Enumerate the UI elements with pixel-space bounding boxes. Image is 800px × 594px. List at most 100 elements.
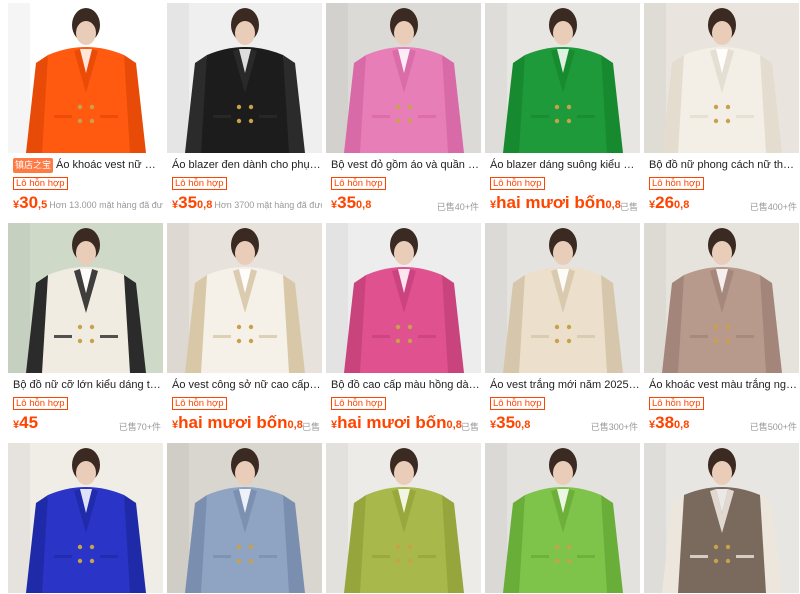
sold-count: 已售40+件 xyxy=(436,202,479,212)
product-card[interactable]: Bộ đồ nữ phong cách nữ thần ... Lô hỗn hợ… xyxy=(644,3,799,215)
product-title-text: Bộ đồ nữ cỡ lớn kiểu dáng thườ... xyxy=(13,379,163,391)
product-card[interactable]: Bộ đồ nữ cỡ lớn kiểu dáng thườ... Lô hỗn … xyxy=(8,223,163,435)
product-title-text: Áo blazer dáng suông kiểu Hàn ... xyxy=(490,159,640,171)
product-image[interactable] xyxy=(167,223,322,373)
sold-count: 已售 xyxy=(301,422,320,432)
price-main: 26 xyxy=(655,193,675,212)
product-title[interactable]: Bộ đồ cao cấp màu hồng dành ... xyxy=(326,378,481,393)
mixed-batch-tag: Lô hỗn hợp xyxy=(331,397,386,410)
product-card[interactable]: Bộ đồ cao cấp màu hồng dành ... Lô hỗn hợ… xyxy=(326,223,481,435)
mixed-batch-tag: Lô hỗn hợp xyxy=(490,177,545,190)
product-card[interactable]: Áo blazer dáng suông kiểu Hàn ... Lô hỗn … xyxy=(485,3,640,215)
product-card[interactable] xyxy=(167,443,322,593)
product-title[interactable]: Áo blazer dáng suông kiểu Hàn ... xyxy=(485,158,640,173)
product-title[interactable]: Áo vest trắng mới năm 2025 dà... xyxy=(485,378,640,393)
product-card[interactable] xyxy=(326,443,481,593)
price-main: 35 xyxy=(496,413,516,432)
product-image[interactable] xyxy=(644,3,799,153)
product-image[interactable] xyxy=(485,223,640,373)
product-image[interactable] xyxy=(326,223,481,373)
checkered-floor-photo xyxy=(8,223,163,373)
lime-blazer-photo xyxy=(485,443,640,593)
sold-count: 已售70+件 xyxy=(118,422,161,432)
product-image[interactable] xyxy=(326,443,481,593)
cream-suit-photo xyxy=(644,3,799,153)
product-title[interactable]: Bộ đồ nữ phong cách nữ thần ... xyxy=(644,158,799,173)
price-decimal: 0,8 xyxy=(674,419,690,431)
product-image[interactable] xyxy=(8,3,163,153)
price-decimal: 0,8 xyxy=(287,419,303,431)
price-line: ¥260,8 已售400+件 xyxy=(644,193,799,215)
sold-count: 已售400+件 xyxy=(749,202,797,212)
price-decimal: 0,8 xyxy=(515,419,531,431)
price-decimal: 0,8 xyxy=(674,199,690,211)
price-line: ¥hai mươi bốn0,8 已售 xyxy=(485,193,640,215)
product-card[interactable]: Áo khoác vest màu trắng ngà th... Lô hỗn … xyxy=(644,223,799,435)
price-decimal: 0,8 xyxy=(446,419,462,431)
product-title[interactable]: Bộ đồ nữ cỡ lớn kiểu dáng thườ... xyxy=(8,378,163,393)
product-card[interactable]: Áo vest trắng mới năm 2025 dà... Lô hỗn h… xyxy=(485,223,640,435)
mixed-batch-tag: Lô hỗn hợp xyxy=(649,177,704,190)
product-title-text: Áo khoác vest nữ màu ... xyxy=(56,159,163,171)
price-line: ¥hai mươi bốn0,8 已售 xyxy=(167,413,322,435)
product-image[interactable] xyxy=(644,223,799,373)
price-main: 35 xyxy=(178,193,198,212)
product-card[interactable]: Bộ vest đỏ gồm áo và quần tây,... Lô hỗn … xyxy=(326,3,481,215)
price-line: ¥350,8 已售300+件 xyxy=(485,413,640,435)
price-main: hai mươi bốn xyxy=(337,413,447,432)
light-blue-suit-photo xyxy=(167,443,322,593)
product-title[interactable]: Bộ vest đỏ gồm áo và quần tây,... xyxy=(326,158,481,173)
mixed-batch-tag: Lô hỗn hợp xyxy=(172,177,227,190)
product-image[interactable] xyxy=(167,443,322,593)
sold-count: Hơn 13.000 mặt hàng đã được xyxy=(49,200,163,210)
product-title-text: Áo khoác vest màu trắng ngà th... xyxy=(649,379,799,391)
mixed-batch-tag: Lô hỗn hợp xyxy=(13,177,68,190)
green-suit-photo xyxy=(485,3,640,153)
product-title[interactable]: Áo vest công sở nữ cao cấp, thi... xyxy=(167,378,322,393)
product-card[interactable] xyxy=(644,443,799,593)
shop-badge: 镇店之宝 xyxy=(13,158,54,173)
mixed-batch-tag: Lô hỗn hợp xyxy=(172,397,227,410)
blue-suit-photo xyxy=(8,443,163,593)
white-suit-flatlay-photo xyxy=(167,223,322,373)
product-image[interactable] xyxy=(167,3,322,153)
taupe-blazer-photo xyxy=(644,223,799,373)
mixed-batch-tag: Lô hỗn hợp xyxy=(331,177,386,190)
price-line: ¥30,5 Hơn 13.000 mặt hàng đã được xyxy=(8,193,163,215)
price-main: 30 xyxy=(19,193,39,212)
product-card[interactable]: Áo blazer đen dành cho phụ nữ... Lô hỗn h… xyxy=(167,3,322,215)
sold-count: 已售300+件 xyxy=(590,422,638,432)
price-main: 38 xyxy=(655,413,675,432)
product-title-text: Áo blazer đen dành cho phụ nữ... xyxy=(172,159,322,171)
product-title-text: Bộ đồ nữ phong cách nữ thần ... xyxy=(649,159,799,171)
sold-count: Hơn 3700 mặt hàng đã được b xyxy=(214,200,322,210)
product-image[interactable] xyxy=(326,3,481,153)
mixed-batch-tag: Lô hỗn hợp xyxy=(490,397,545,410)
price-decimal: 0,8 xyxy=(197,199,213,211)
product-card[interactable] xyxy=(485,443,640,593)
price-main: 35 xyxy=(337,193,357,212)
price-line: ¥45 已售70+件 xyxy=(8,413,163,435)
product-image[interactable] xyxy=(485,3,640,153)
price-line: ¥350,8 已售40+件 xyxy=(326,193,481,215)
price-decimal: ,5 xyxy=(38,199,48,211)
product-title-text: Áo vest công sở nữ cao cấp, thi... xyxy=(172,379,322,391)
product-title[interactable]: Áo khoác vest màu trắng ngà th... xyxy=(644,378,799,393)
product-card[interactable]: 镇店之宝Áo khoác vest nữ màu ... Lô hỗn hợp ¥3… xyxy=(8,3,163,215)
product-title-text: Bộ đồ cao cấp màu hồng dành ... xyxy=(331,379,481,391)
product-title[interactable]: 镇店之宝Áo khoác vest nữ màu ... xyxy=(8,158,163,173)
sold-count: 已售500+件 xyxy=(749,422,797,432)
product-title-text: Bộ vest đỏ gồm áo và quần tây,... xyxy=(331,159,481,171)
product-title[interactable]: Áo blazer đen dành cho phụ nữ... xyxy=(167,158,322,173)
product-card[interactable]: Áo vest công sở nữ cao cấp, thi... Lô hỗn… xyxy=(167,223,322,435)
product-card[interactable] xyxy=(8,443,163,593)
product-grid: 镇店之宝Áo khoác vest nữ màu ... Lô hỗn hợp ¥3… xyxy=(0,0,800,594)
product-image[interactable] xyxy=(644,443,799,593)
mixed-batch-tag: Lô hỗn hợp xyxy=(13,397,68,410)
product-image[interactable] xyxy=(8,443,163,593)
price-main: hai mươi bốn xyxy=(178,413,288,432)
product-image[interactable] xyxy=(8,223,163,373)
sold-count: 已售 xyxy=(460,422,479,432)
product-image[interactable] xyxy=(485,443,640,593)
pink-blazer-photo xyxy=(326,3,481,153)
